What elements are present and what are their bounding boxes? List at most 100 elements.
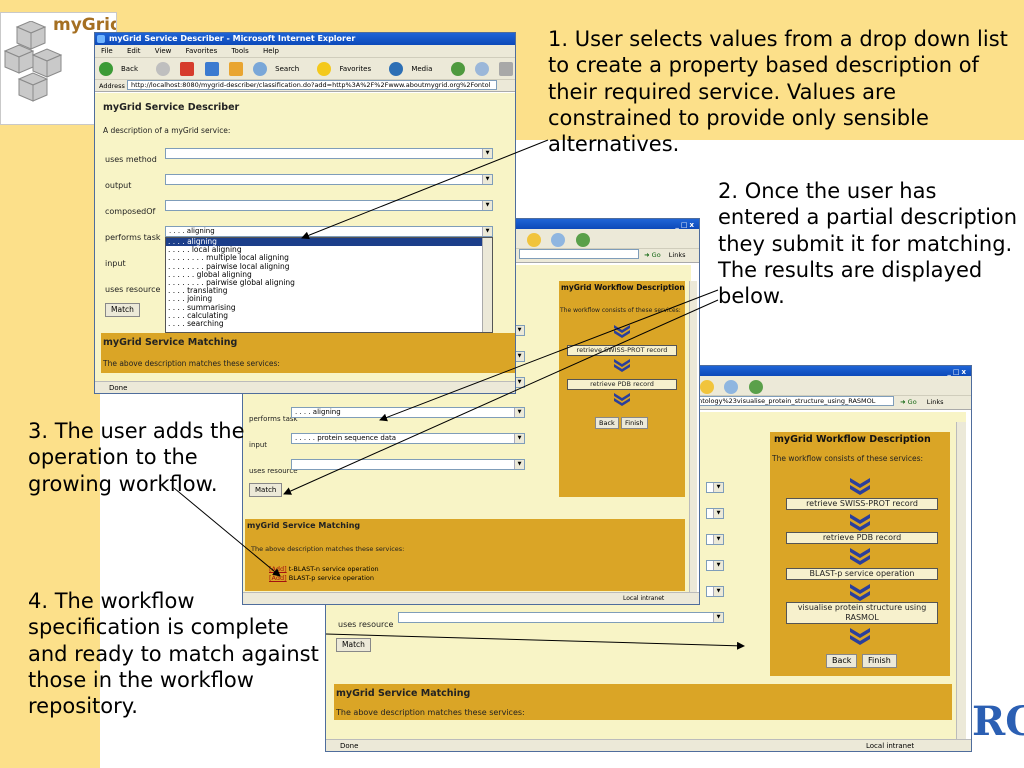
- chevron-down-icon: [614, 359, 630, 372]
- workflow-step[interactable]: retrieve SWISS-PROT record: [567, 345, 677, 356]
- forward-arrow-icon[interactable]: [156, 62, 171, 76]
- match-button[interactable]: Match: [336, 638, 371, 652]
- add-link[interactable]: [Add]: [269, 565, 287, 573]
- chevron-down-icon: [850, 584, 870, 601]
- ie-icon: [97, 35, 105, 43]
- finish-button[interactable]: Finish: [862, 654, 897, 668]
- uses-resource-select[interactable]: ▼: [291, 459, 525, 470]
- favorites-toolbar-button[interactable]: Favorites: [317, 62, 379, 76]
- input-select[interactable]: . . . . . protein sequence data ▼: [291, 433, 525, 444]
- workflow-step[interactable]: retrieve SWISS-PROT record: [786, 498, 938, 510]
- select-field[interactable]: ▼: [706, 586, 724, 597]
- composedof-label: composedOf: [105, 207, 156, 216]
- stop-icon[interactable]: [180, 62, 195, 76]
- select-field[interactable]: ▼: [706, 508, 724, 519]
- cubes-icon: [3, 21, 63, 102]
- match-button[interactable]: Match: [249, 483, 283, 497]
- select-field[interactable]: ▼: [706, 534, 724, 545]
- result-name: BLAST-p service operation: [288, 574, 375, 582]
- workflow-title: myGrid Workflow Description: [561, 283, 685, 292]
- refresh-icon[interactable]: [204, 62, 219, 76]
- back-button[interactable]: Back: [826, 654, 858, 668]
- links-button[interactable]: Links: [927, 398, 944, 406]
- folder-icon[interactable]: [700, 380, 715, 394]
- chevron-down-icon: [850, 548, 870, 565]
- output-label: output: [105, 181, 132, 190]
- print-icon[interactable]: [499, 62, 514, 76]
- scrollbar[interactable]: [689, 281, 697, 592]
- mail-icon[interactable]: [474, 62, 489, 76]
- chevron-down-icon: [614, 393, 630, 406]
- uses-resource-label: uses resource: [338, 620, 394, 629]
- browser-window-1: myGrid Service Describer - Microsoft Int…: [94, 32, 516, 394]
- window1-menubar: File Edit View Favorites Tools Help: [95, 45, 515, 58]
- uses-method-select[interactable]: ▼: [165, 148, 493, 159]
- match-button[interactable]: Match: [105, 303, 140, 317]
- service-matching-panel: myGrid Service Matching The above descri…: [334, 684, 952, 720]
- workflow-step[interactable]: visualise protein structure using RASMOL: [786, 602, 938, 624]
- finish-button[interactable]: Finish: [621, 417, 648, 429]
- matching-title: myGrid Service Matching: [103, 337, 238, 348]
- window1-address-bar: Address http://localhost:8080/mygrid-des…: [95, 80, 515, 92]
- select-field[interactable]: ▼: [706, 560, 724, 571]
- epsrc-logo-fragment: RC: [972, 698, 1024, 745]
- menu-edit[interactable]: Edit: [127, 47, 141, 55]
- workflow-step[interactable]: BLAST-p service operation: [786, 568, 938, 580]
- uses-resource-label: uses resource: [105, 285, 161, 294]
- dropdown-option[interactable]: . . . . translating: [166, 287, 492, 295]
- menu-help[interactable]: Help: [263, 47, 279, 55]
- address-field[interactable]: http://localhost:8080/mygrid-describer/c…: [126, 80, 497, 90]
- menu-file[interactable]: File: [101, 47, 113, 55]
- chevron-down-icon: [850, 628, 870, 645]
- annotation-2: 2. Once the user has entered a partial d…: [718, 179, 1018, 308]
- dropdown-scrollbar[interactable]: [482, 238, 492, 332]
- links-button[interactable]: Links: [669, 251, 686, 259]
- workflow-step[interactable]: retrieve PDB record: [786, 532, 938, 544]
- go-button[interactable]: ➜ Go: [900, 398, 917, 406]
- window1-content: myGrid Service Describer A description o…: [95, 93, 515, 381]
- local-intranet-zone: Local intranet: [623, 595, 665, 602]
- local-intranet-zone: Local intranet: [866, 742, 915, 750]
- menu-tools[interactable]: Tools: [231, 47, 248, 55]
- composedof-select[interactable]: ▼: [165, 200, 493, 211]
- messenger-icon[interactable]: [724, 380, 739, 394]
- home-icon[interactable]: [228, 62, 243, 76]
- history-icon[interactable]: [450, 62, 465, 76]
- address-field[interactable]: [519, 249, 640, 259]
- menu-view[interactable]: View: [155, 47, 172, 55]
- output-select[interactable]: ▼: [165, 174, 493, 185]
- annotation-3: 3. The user adds the operation to the gr…: [28, 419, 245, 496]
- dropdown-option[interactable]: . . . . searching: [166, 319, 492, 328]
- menu-favorites[interactable]: Favorites: [186, 47, 218, 55]
- folder-icon[interactable]: [527, 233, 542, 247]
- window1-toolbar: Back Search Favorites Media: [95, 58, 515, 80]
- go-button[interactable]: ➜ Go: [644, 251, 661, 259]
- workflow-description-panel: myGrid Workflow Description The workflow…: [770, 432, 950, 676]
- uses-resource-select[interactable]: ▼: [398, 612, 724, 623]
- performs-task-select[interactable]: . . . . aligning ▼: [165, 226, 493, 237]
- status-text: Done: [340, 742, 359, 750]
- select-field[interactable]: ▼: [706, 482, 724, 493]
- service-matching-panel: myGrid Service Matching The above descri…: [101, 333, 515, 373]
- matching-title: myGrid Service Matching: [336, 688, 471, 699]
- people-icon[interactable]: [575, 233, 590, 247]
- address-field[interactable]: ntology%23visualise_protein_structure_us…: [694, 396, 895, 406]
- workflow-step[interactable]: retrieve PDB record: [567, 379, 677, 390]
- search-toolbar-button[interactable]: Search: [253, 62, 307, 76]
- chevron-down-icon: [614, 325, 630, 338]
- scrollbar[interactable]: [956, 422, 966, 739]
- back-button[interactable]: Back: [595, 417, 619, 429]
- back-toolbar-button[interactable]: Back: [99, 62, 146, 76]
- service-matching-panel: myGrid Service Matching The above descri…: [245, 519, 685, 591]
- annotation-4: 4. The workflow specification is complet…: [28, 589, 319, 718]
- add-link[interactable]: [Add]: [269, 574, 287, 582]
- input-label: input: [249, 441, 268, 449]
- workflow-subtitle: The workflow consists of these services:: [772, 454, 924, 463]
- window-controls[interactable]: _□x: [947, 366, 968, 376]
- messenger-icon[interactable]: [551, 233, 566, 247]
- window-controls[interactable]: _□x: [675, 219, 696, 229]
- performs-task-dropdown-list[interactable]: . . . . aligning . . . . . local alignin…: [165, 237, 493, 333]
- performs-task-select[interactable]: . . . . aligning ▼: [291, 407, 525, 418]
- people-icon[interactable]: [748, 380, 763, 394]
- media-toolbar-button[interactable]: Media: [389, 62, 440, 76]
